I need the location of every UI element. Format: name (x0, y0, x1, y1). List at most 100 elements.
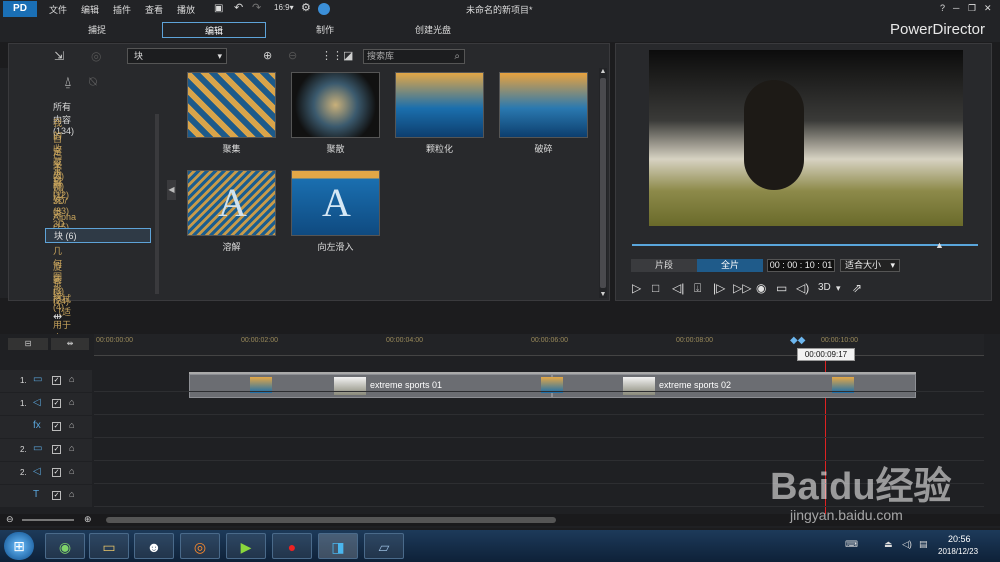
zoom-in-icon[interactable]: ⊕ (84, 514, 92, 525)
timeline-view-button[interactable]: ⊟ (8, 338, 48, 350)
next-frame-icon[interactable]: |▷ (713, 281, 725, 295)
fit-size-dropdown[interactable]: 适合大小 ▾ (840, 259, 900, 272)
range-marker-icon[interactable]: ◆◆ (790, 335, 805, 346)
tab-capture[interactable]: 捕捉 (57, 22, 137, 38)
taskbar-firefox-icon[interactable]: ◎ (180, 533, 220, 559)
search-input[interactable]: 搜索库 ⌕ (363, 49, 465, 64)
category-dropdown[interactable]: 块 ▾ (127, 48, 227, 64)
chevron-down-icon[interactable]: ▾ (836, 283, 841, 294)
taskbar-media-icon[interactable]: ▶ (226, 533, 266, 559)
remove-icon[interactable]: ⊖ (288, 49, 297, 62)
taskbar-notes-icon[interactable]: ▱ (364, 533, 404, 559)
tray-usb-icon[interactable]: ⏏ (884, 539, 893, 550)
favorite-add-icon[interactable]: ⍙ (64, 74, 72, 90)
volume-icon[interactable]: ◁) (796, 281, 809, 295)
transition-thumb-scatter[interactable] (291, 72, 380, 138)
tray-keyboard-icon[interactable]: ⌨ (845, 539, 858, 550)
preview-scrubber[interactable] (632, 244, 978, 246)
track-enable-checkbox[interactable]: ✓ (52, 468, 61, 477)
aspect-ratio-icon[interactable]: 16:9▾ (274, 3, 294, 12)
scrubber-handle-icon[interactable]: ▲ (935, 240, 944, 250)
menu-view[interactable]: 查看 (145, 3, 163, 16)
track-lock-icon[interactable]: ⌂ (69, 466, 74, 476)
update-icon[interactable] (318, 3, 330, 15)
scroll-thumb[interactable] (600, 78, 606, 288)
menu-file[interactable]: 文件 (49, 3, 67, 16)
previous-frame-icon[interactable]: ◁| (672, 281, 684, 295)
track-lock-icon[interactable]: ⌂ (69, 443, 74, 453)
tab-produce[interactable]: 制作 (285, 22, 365, 38)
movie-mode-button[interactable]: 全片 (697, 259, 763, 272)
taskbar-powerdirector-icon[interactable]: ◨ (318, 533, 358, 559)
track-enable-checkbox[interactable]: ✓ (52, 445, 61, 454)
zoom-slider[interactable] (22, 519, 74, 521)
track-enable-checkbox[interactable]: ✓ (52, 399, 61, 408)
category-item[interactable]: 块 (6) (45, 228, 151, 243)
close-icon[interactable]: ✕ (984, 3, 992, 14)
track-lane[interactable] (94, 370, 984, 392)
transition-thumb-granulate[interactable] (395, 72, 484, 138)
undo-icon[interactable]: ↶ (234, 1, 243, 14)
start-button[interactable]: ⊞ (4, 532, 34, 560)
help-icon[interactable]: ? (940, 3, 945, 13)
taskbar-explorer-icon[interactable]: ▭ (89, 533, 129, 559)
globe-icon[interactable]: ◎ (91, 49, 101, 63)
transition-thumb-slide-left[interactable]: A (291, 170, 380, 236)
menu-edit[interactable]: 编辑 (81, 3, 99, 16)
track-lane[interactable] (94, 393, 984, 415)
track-type-icon: ▭ (33, 374, 43, 385)
scroll-up-arrow-icon[interactable]: ▲ (599, 68, 607, 75)
play-icon[interactable]: ▷ (632, 281, 641, 295)
undock-icon[interactable]: ⇗ (852, 281, 862, 295)
track-lane[interactable] (94, 416, 984, 438)
track-enable-checkbox[interactable]: ✓ (52, 422, 61, 431)
scroll-down-arrow-icon[interactable]: ▼ (599, 291, 607, 298)
tab-create-disc[interactable]: 创建光盘 (393, 22, 473, 38)
fast-forward-icon[interactable]: ▷▷ (733, 281, 751, 295)
transition-thumb-gather[interactable] (187, 72, 276, 138)
storyboard-view-button[interactable]: ⇹ (51, 338, 89, 350)
clock-time[interactable]: 20:56 (948, 534, 971, 544)
category-scrollbar[interactable] (155, 114, 159, 294)
zoom-out-icon[interactable]: ⊖ (6, 514, 14, 525)
transition-thumb-shatter[interactable] (499, 72, 588, 138)
menu-play[interactable]: 播放 (177, 3, 195, 16)
taskbar-recorder-icon[interactable]: ● (272, 533, 312, 559)
taskbar-browser-360-icon[interactable]: ◉ (45, 533, 85, 559)
tab-edit[interactable]: 编辑 (162, 22, 266, 38)
track-lock-icon[interactable]: ⌂ (69, 397, 74, 407)
grid-view-icon[interactable]: ⋮⋮ (321, 49, 343, 62)
menu-plugins[interactable]: 插件 (113, 3, 131, 16)
restore-icon[interactable]: ❐ (968, 3, 976, 14)
thumbnail-size-icon[interactable]: ◪ (343, 49, 353, 62)
favorite-remove-icon[interactable]: ⍉ (89, 74, 97, 90)
track-enable-checkbox[interactable]: ✓ (52, 376, 61, 385)
mark-icon[interactable]: ⍗ (694, 281, 701, 296)
clock-date[interactable]: 2018/12/23 (938, 547, 978, 556)
track-lock-icon[interactable]: ⌂ (69, 420, 74, 430)
import-icon[interactable]: ⇲ (54, 49, 64, 63)
tray-network-icon[interactable]: ▤ (919, 539, 928, 550)
track-lock-icon[interactable]: ⌂ (69, 489, 74, 499)
add-icon[interactable]: ⊕ (263, 49, 272, 62)
save-icon[interactable]: ▣ (214, 3, 223, 14)
timeline-scrollbar[interactable] (106, 517, 556, 523)
content-scrollbar[interactable]: ▲ ▼ (599, 68, 607, 298)
clip-mode-button[interactable]: 片段 (631, 259, 697, 272)
track-enable-checkbox[interactable]: ✓ (52, 491, 61, 500)
transition-thumb-dissolve[interactable]: A (187, 170, 276, 236)
3d-mode-button[interactable]: 3D (818, 282, 831, 293)
search-icon[interactable]: ⌕ (454, 50, 460, 63)
subtitle-toggle-icon[interactable]: ▭ (776, 281, 787, 295)
minimize-icon[interactable]: ─ (953, 3, 959, 13)
taskbar-qq-icon[interactable]: ☻ (134, 533, 174, 559)
settings-icon[interactable]: ⚙ (301, 1, 311, 14)
stop-icon[interactable]: □ (652, 281, 659, 295)
snapshot-icon[interactable]: ◉ (756, 281, 766, 295)
collapse-arrow-icon[interactable]: ◀ (167, 180, 176, 200)
timecode-display[interactable]: 00 : 00 : 10 : 01 (767, 259, 835, 272)
tray-volume-icon[interactable]: ◁) (902, 539, 912, 550)
fit-timeline-icon[interactable]: ⇹ (53, 310, 62, 323)
redo-icon[interactable]: ↷ (252, 1, 261, 14)
track-lock-icon[interactable]: ⌂ (69, 374, 74, 384)
